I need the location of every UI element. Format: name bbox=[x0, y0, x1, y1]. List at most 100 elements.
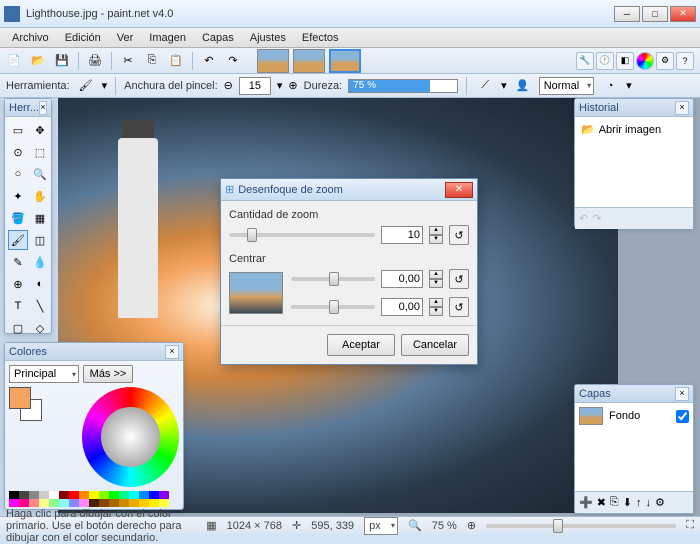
palette-swatch[interactable] bbox=[19, 499, 29, 507]
palette-swatch[interactable] bbox=[69, 491, 79, 499]
current-tool-icon[interactable]: 🖌 bbox=[76, 76, 96, 96]
delete-layer-icon[interactable]: ✖ bbox=[597, 496, 606, 509]
settings-button[interactable]: ⚙ bbox=[656, 52, 674, 70]
move-down-icon[interactable]: ↓ bbox=[645, 497, 651, 509]
dialog-close-button[interactable]: ✕ bbox=[445, 182, 473, 198]
zoom-slider[interactable] bbox=[486, 524, 676, 528]
dialog-ok-button[interactable]: Aceptar bbox=[327, 334, 395, 356]
thumb-3[interactable] bbox=[329, 49, 361, 73]
brush-tool[interactable]: 🖌 bbox=[8, 230, 28, 250]
tools-panel-close[interactable]: × bbox=[39, 101, 47, 115]
menu-imagen[interactable]: Imagen bbox=[141, 30, 194, 46]
palette-swatch[interactable] bbox=[159, 499, 169, 507]
layer-visible-checkbox[interactable] bbox=[676, 410, 689, 423]
menu-ver[interactable]: Ver bbox=[109, 30, 142, 46]
palette-swatch[interactable] bbox=[59, 491, 69, 499]
line-tool[interactable]: ╲ bbox=[30, 296, 50, 316]
zoom-amount-input[interactable] bbox=[381, 226, 423, 244]
colors-panel-close[interactable]: × bbox=[165, 345, 179, 359]
paste-button[interactable]: 📋 bbox=[166, 51, 186, 71]
ellipse-select-tool[interactable]: ○ bbox=[8, 164, 28, 184]
redo-button[interactable]: ↷ bbox=[223, 51, 243, 71]
merge-layer-icon[interactable]: ⬇ bbox=[623, 496, 632, 509]
layers-panel-close[interactable]: × bbox=[675, 387, 689, 401]
palette-swatch[interactable] bbox=[159, 491, 169, 499]
palette-swatch[interactable] bbox=[119, 491, 129, 499]
center-preview[interactable] bbox=[229, 272, 283, 314]
center-y-input[interactable] bbox=[381, 298, 423, 316]
palette-swatch[interactable] bbox=[89, 491, 99, 499]
history-redo-icon[interactable]: ↷ bbox=[592, 212, 601, 225]
width-minus[interactable]: ⊖ bbox=[224, 79, 233, 92]
zoom-in-icon[interactable]: ⊕ bbox=[467, 519, 476, 532]
recolor-tool[interactable]: ◐ bbox=[30, 274, 50, 294]
rect-select-tool[interactable]: ▭ bbox=[8, 120, 28, 140]
palette-swatch[interactable] bbox=[139, 499, 149, 507]
zoom-tool[interactable]: 🔍 bbox=[30, 164, 50, 184]
layer-props-icon[interactable]: ⚙ bbox=[655, 496, 665, 509]
cy-down[interactable]: ▼ bbox=[429, 307, 443, 316]
history-undo-icon[interactable]: ↶ bbox=[579, 212, 588, 225]
layer-row[interactable]: Fondo bbox=[579, 407, 689, 425]
pencil-tool[interactable]: ✎ bbox=[8, 252, 28, 272]
palette-swatch[interactable] bbox=[49, 499, 59, 507]
eraser-tool[interactable]: ◫ bbox=[30, 230, 50, 250]
palette-swatch[interactable] bbox=[119, 499, 129, 507]
move-up-icon[interactable]: ↑ bbox=[636, 497, 642, 509]
palette-swatch[interactable] bbox=[99, 499, 109, 507]
menu-capas[interactable]: Capas bbox=[194, 30, 242, 46]
center-x-slider[interactable] bbox=[291, 277, 375, 281]
colors-more-button[interactable]: Más >> bbox=[83, 365, 133, 383]
cx-down[interactable]: ▼ bbox=[429, 279, 443, 288]
center-x-input[interactable] bbox=[381, 270, 423, 288]
menu-archivo[interactable]: Archivo bbox=[4, 30, 57, 46]
undo-button[interactable]: ↶ bbox=[199, 51, 219, 71]
palette-swatch[interactable] bbox=[129, 499, 139, 507]
alpha-icon[interactable]: ◔ bbox=[600, 76, 620, 96]
palette-swatch[interactable] bbox=[139, 491, 149, 499]
shape-tool[interactable]: ◇ bbox=[30, 318, 50, 338]
pan-tool[interactable]: ✋ bbox=[30, 186, 50, 206]
menu-ajustes[interactable]: Ajustes bbox=[242, 30, 294, 46]
palette-swatch[interactable] bbox=[129, 491, 139, 499]
picker-tool[interactable]: 💧 bbox=[30, 252, 50, 272]
help-button[interactable]: ? bbox=[676, 52, 694, 70]
clone-tool[interactable]: ⊕ bbox=[8, 274, 28, 294]
minimize-button[interactable]: ─ bbox=[614, 6, 640, 22]
palette-swatch[interactable] bbox=[79, 499, 89, 507]
menu-efectos[interactable]: Efectos bbox=[294, 30, 347, 46]
palette-swatch[interactable] bbox=[59, 499, 69, 507]
primary-color[interactable] bbox=[9, 387, 31, 409]
zoom-up[interactable]: ▲ bbox=[429, 226, 443, 235]
palette-swatch[interactable] bbox=[89, 499, 99, 507]
blend-mode-combo[interactable]: Normal bbox=[539, 77, 594, 95]
width-plus[interactable]: ⊕ bbox=[288, 79, 297, 92]
palette-swatch[interactable] bbox=[149, 491, 159, 499]
color-swatch[interactable] bbox=[9, 387, 42, 421]
colors-toggle[interactable] bbox=[636, 52, 654, 70]
zoom-amount-slider[interactable] bbox=[229, 233, 375, 237]
save-button[interactable]: 💾 bbox=[52, 51, 72, 71]
palette-swatch[interactable] bbox=[29, 499, 39, 507]
history-item[interactable]: 📂 Abrir imagen bbox=[579, 121, 689, 138]
text-tool[interactable]: T bbox=[8, 296, 28, 316]
move-selection-tool[interactable]: ⬚ bbox=[30, 142, 50, 162]
palette-swatch[interactable] bbox=[69, 499, 79, 507]
palette-swatch[interactable] bbox=[19, 491, 29, 499]
print-button[interactable]: 🖨 bbox=[85, 51, 105, 71]
center-y-slider[interactable] bbox=[291, 305, 375, 309]
maximize-button[interactable]: □ bbox=[642, 6, 668, 22]
gradient-tool[interactable]: ▦ bbox=[30, 208, 50, 228]
zoom-reset-icon[interactable]: ↺ bbox=[449, 225, 469, 245]
brush-width-input[interactable] bbox=[239, 77, 271, 95]
cy-reset-icon[interactable]: ↺ bbox=[449, 297, 469, 317]
palette-swatch[interactable] bbox=[79, 491, 89, 499]
history-toggle[interactable]: 🕐 bbox=[596, 52, 614, 70]
palette-swatch[interactable] bbox=[99, 491, 109, 499]
palette-swatch[interactable] bbox=[109, 499, 119, 507]
hardness-slider[interactable]: 75 % bbox=[348, 79, 458, 93]
layers-toggle[interactable]: ◧ bbox=[616, 52, 634, 70]
thumb-1[interactable] bbox=[257, 49, 289, 73]
palette-swatch[interactable] bbox=[109, 491, 119, 499]
new-button[interactable]: 📄 bbox=[4, 51, 24, 71]
